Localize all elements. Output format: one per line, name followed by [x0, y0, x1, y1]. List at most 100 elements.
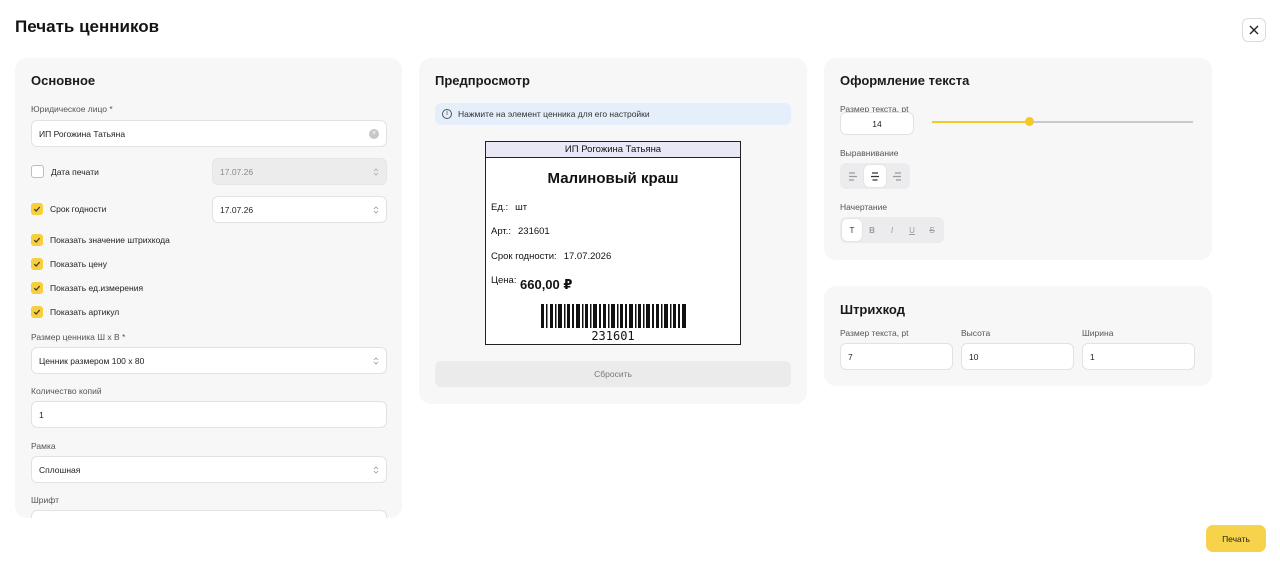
tag-size-label: Размер ценника Ш х В *	[31, 332, 126, 342]
stepper-icon[interactable]	[373, 205, 379, 215]
barcode-height-label: Высота	[961, 328, 991, 338]
frame-select[interactable]: Сплошная	[31, 456, 387, 483]
info-icon: i	[442, 109, 452, 119]
option-show-unit[interactable]: Показать ед.измерения	[31, 282, 143, 294]
frame-value: Сплошная	[39, 464, 81, 475]
legal-entity-label: Юридическое лицо *	[31, 104, 113, 114]
tag-sku-value: 231601	[518, 226, 550, 237]
align-right-button[interactable]	[886, 165, 908, 187]
align-label: Выравнивание	[840, 148, 899, 158]
tag-sku-label: Арт.:	[491, 226, 511, 237]
expiry-date-value: 17.07.26	[220, 204, 254, 215]
style-bold-button[interactable]: B	[862, 219, 882, 241]
tag-expiry-value: 17.07.2026	[563, 251, 612, 262]
barcode-height-value: 10	[969, 351, 979, 362]
print-date-value: 17.07.26	[220, 166, 254, 177]
option-show-price[interactable]: Показать цену	[31, 258, 107, 270]
tag-unit[interactable]: Ед.: шт	[491, 202, 527, 213]
style-italic-button[interactable]: I	[882, 219, 902, 241]
tag-price-label[interactable]: Цена:	[491, 275, 516, 286]
text-size-input[interactable]: 14	[840, 112, 914, 135]
price-tag-preview[interactable]: ИП Рогожина Татьяна Малиновый краш Ед.: …	[485, 141, 741, 345]
align-center-icon	[871, 171, 879, 181]
barcode-text-size-input[interactable]: 7	[840, 343, 953, 370]
check-icon	[33, 285, 41, 291]
expiry-label: Срок годности	[50, 204, 107, 214]
slider-fill	[932, 121, 1029, 123]
tag-unit-value: шт	[515, 202, 528, 213]
print-button[interactable]: Печать	[1206, 525, 1266, 552]
align-right-icon	[893, 171, 901, 181]
text-style-title: Оформление текста	[840, 73, 970, 88]
align-center-button[interactable]	[864, 165, 886, 187]
close-icon	[1249, 25, 1259, 35]
clear-icon[interactable]: ×	[369, 129, 379, 139]
close-button[interactable]	[1242, 18, 1266, 42]
chevron-updown-icon	[373, 357, 379, 365]
check-icon	[33, 237, 41, 243]
option-show-sku[interactable]: Показать артикул	[31, 306, 119, 318]
text-size-slider[interactable]	[932, 117, 1193, 126]
reset-button[interactable]: Сбросить	[435, 361, 791, 387]
font-style-label: Начертание	[840, 202, 888, 212]
barcode-width-label: Ширина	[1082, 328, 1114, 338]
legal-entity-select[interactable]: ИП Рогожина Татьяна ×	[31, 120, 387, 147]
legal-entity-value: ИП Рогожина Татьяна	[39, 128, 126, 139]
print-date-checkbox[interactable]	[31, 165, 44, 178]
tag-size-select[interactable]: Ценник размером 100 x 80	[31, 347, 387, 374]
tag-expiry[interactable]: Срок годности: 17.07.2026	[491, 251, 611, 262]
option-label: Показать цену	[50, 259, 107, 269]
option-checkbox[interactable]	[31, 234, 43, 246]
option-label: Показать артикул	[50, 307, 120, 317]
copies-input[interactable]: 1	[31, 401, 387, 428]
slider-thumb[interactable]	[1024, 117, 1034, 126]
barcode-text-size-value: 7	[848, 351, 853, 362]
option-label: Показать ед.измерения	[50, 283, 144, 293]
copies-value: 1	[39, 409, 44, 420]
print-date-field: 17.07.26	[212, 158, 387, 185]
print-date-label: Дата печати	[51, 166, 99, 177]
align-left-button[interactable]	[842, 165, 864, 187]
tag-product-name[interactable]: Малиновый краш	[486, 170, 740, 187]
expiry-checkbox[interactable]	[31, 203, 43, 215]
tag-barcode-value[interactable]: 231601	[486, 329, 740, 343]
expiry-date-field[interactable]: 17.07.26	[212, 196, 387, 223]
preview-title: Предпросмотр	[435, 73, 530, 88]
tag-header[interactable]: ИП Рогожина Татьяна	[486, 142, 740, 158]
option-checkbox[interactable]	[31, 258, 43, 270]
chevron-updown-icon	[373, 466, 379, 474]
tag-size-value: Ценник размером 100 x 80	[39, 355, 145, 366]
preview-info-banner: i Нажмите на элемент ценника для его нас…	[435, 103, 791, 125]
font-style-segmented-control: T B I U S	[840, 217, 944, 243]
option-label: Показать значение штрихкода	[50, 235, 170, 245]
tag-sku[interactable]: Арт.: 231601	[491, 226, 550, 237]
print-date-checkbox-row[interactable]: Дата печати	[31, 165, 99, 178]
option-checkbox[interactable]	[31, 282, 43, 294]
dialog-title: Печать ценников	[15, 17, 160, 36]
copies-label: Количество копий	[31, 386, 102, 396]
tag-expiry-label: Срок годности:	[491, 251, 557, 262]
main-settings-title: Основное	[31, 73, 96, 88]
barcode-width-input[interactable]: 1	[1082, 343, 1195, 370]
align-left-icon	[849, 171, 857, 181]
stepper-icon	[373, 168, 379, 176]
check-icon	[33, 261, 41, 267]
barcode-title: Штрихкод	[840, 302, 905, 317]
option-show-barcode-value[interactable]: Показать значение штрихкода	[31, 234, 170, 246]
option-checkbox[interactable]	[31, 306, 43, 318]
barcode-image[interactable]	[541, 304, 686, 328]
tag-price-value[interactable]: 660,00 ₽	[520, 277, 572, 293]
align-segmented-control	[840, 163, 910, 189]
style-normal-button[interactable]: T	[842, 219, 862, 241]
check-icon	[33, 309, 41, 315]
barcode-height-input[interactable]: 10	[961, 343, 1074, 370]
style-strike-button[interactable]: S	[922, 219, 942, 241]
style-underline-button[interactable]: U	[902, 219, 922, 241]
check-icon	[33, 206, 41, 212]
expiry-checkbox-row[interactable]: Срок годности	[31, 203, 106, 215]
font-select[interactable]	[31, 510, 387, 518]
font-label: Шрифт	[31, 495, 59, 505]
preview-info-text: Нажмите на элемент ценника для его настр…	[458, 109, 650, 119]
barcode-text-size-label: Размер текста, pt	[840, 328, 909, 338]
text-size-value: 14	[872, 118, 882, 129]
